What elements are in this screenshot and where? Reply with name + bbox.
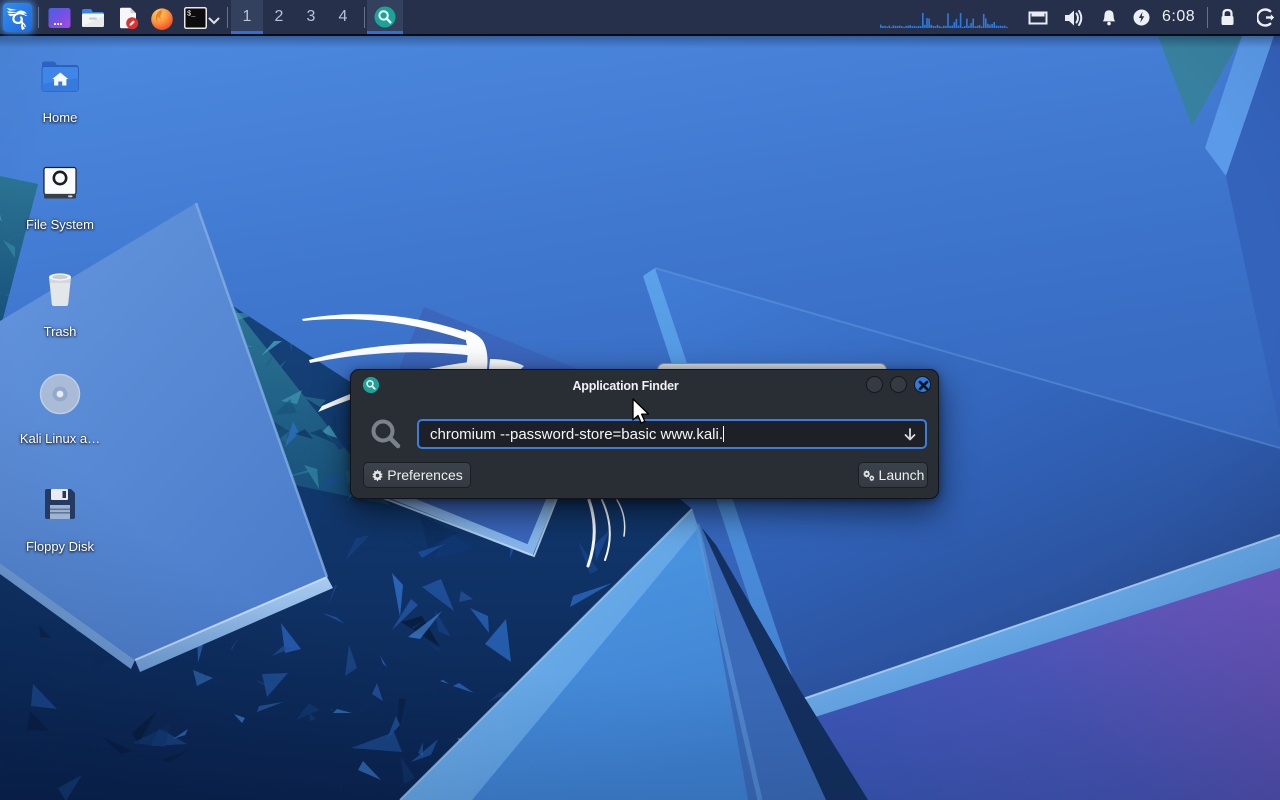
svg-text:$_: $_: [187, 11, 196, 19]
